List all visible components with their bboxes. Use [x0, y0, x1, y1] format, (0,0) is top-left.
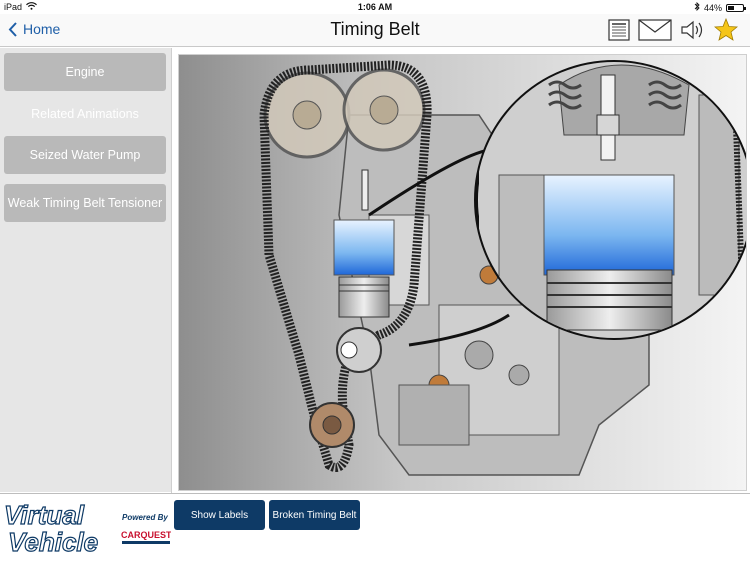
bottom-toolbar: Virtual Vehicle Powered By CARQUEST Show…: [0, 493, 750, 563]
clock: 1:06 AM: [357, 2, 393, 12]
broken-timing-belt-button[interactable]: Broken Timing Belt: [269, 500, 360, 530]
status-bar: iPad 1:06 AM 44%: [0, 0, 750, 14]
animation-panel: [171, 48, 750, 495]
logo-brand: CARQUEST: [121, 530, 171, 540]
star-icon[interactable]: [713, 17, 739, 46]
engine-button[interactable]: Engine: [4, 53, 166, 91]
navigation-bar: Home Timing Belt: [0, 14, 750, 47]
logo-line2: Vehicle: [8, 527, 98, 557]
mail-icon[interactable]: [638, 18, 672, 46]
speaker-icon[interactable]: [680, 19, 706, 46]
battery-percent: 44%: [703, 2, 722, 13]
logo-line1: Virtual: [4, 500, 85, 530]
bluetooth-icon: [694, 1, 700, 13]
engine-illustration[interactable]: [178, 54, 747, 491]
sidebar: Engine Related Animations Seized Water P…: [0, 48, 171, 492]
related-animations-label: Related Animations: [31, 107, 139, 121]
logo-powered-by: Powered By: [122, 513, 168, 522]
battery-icon: [726, 3, 746, 12]
show-labels-button[interactable]: Show Labels: [174, 500, 265, 530]
weak-timing-belt-tensioner-button[interactable]: Weak Timing Belt Tensioner: [4, 184, 166, 222]
seized-water-pump-button[interactable]: Seized Water Pump: [4, 136, 166, 174]
notes-icon[interactable]: [608, 18, 630, 46]
virtual-vehicle-logo: Virtual Vehicle Powered By CARQUEST: [0, 494, 172, 563]
